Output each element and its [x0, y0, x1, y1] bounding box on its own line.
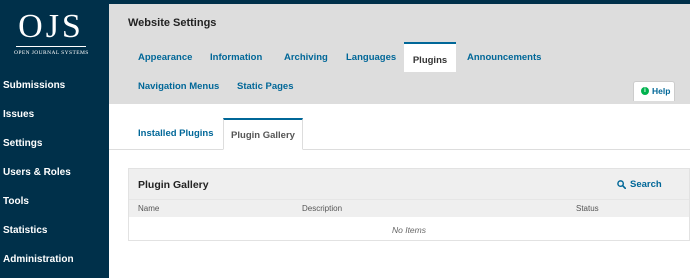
- table-header-row: Name Description Status: [129, 199, 689, 217]
- tab-navigation-menus[interactable]: Navigation Menus: [138, 81, 219, 92]
- logo-text: OJS: [18, 8, 84, 45]
- tab-appearance[interactable]: Appearance: [138, 52, 192, 63]
- tab-plugins[interactable]: Plugins: [404, 42, 456, 72]
- ojs-logo[interactable]: OJS OPEN JOURNAL SYSTEMS: [14, 10, 88, 66]
- logo-divider: [16, 46, 86, 47]
- subtab-installed-plugins[interactable]: Installed Plugins: [138, 128, 214, 139]
- subtabs-divider: [109, 149, 690, 150]
- tab-archiving[interactable]: Archiving: [284, 52, 328, 63]
- plugin-gallery-panel: Plugin Gallery Search Name Description S…: [128, 168, 690, 241]
- main-nav: Submissions Issues Settings Users & Role…: [0, 71, 109, 274]
- nav-item-submissions[interactable]: Submissions: [0, 71, 109, 100]
- help-label: Help: [652, 86, 671, 96]
- panel-title: Plugin Gallery: [138, 179, 209, 191]
- empty-message: No Items: [391, 225, 426, 235]
- nav-item-statistics[interactable]: Statistics: [0, 216, 109, 245]
- subtab-plugin-gallery-label: Plugin Gallery: [231, 130, 295, 141]
- page-title: Website Settings: [128, 17, 217, 29]
- nav-item-tools[interactable]: Tools: [0, 187, 109, 216]
- column-header-status: Status: [576, 204, 599, 213]
- column-header-description: Description: [302, 204, 343, 213]
- search-icon: [617, 180, 626, 189]
- logo-subtext: OPEN JOURNAL SYSTEMS: [14, 50, 89, 56]
- sidebar: OJS OPEN JOURNAL SYSTEMS Submissions Iss…: [0, 0, 109, 278]
- main-content: Installed Plugins Plugin Gallery Plugin …: [109, 104, 690, 278]
- help-button[interactable]: i Help: [633, 81, 675, 101]
- info-icon: i: [641, 87, 649, 95]
- tab-languages[interactable]: Languages: [346, 52, 396, 63]
- nav-item-users-roles[interactable]: Users & Roles: [0, 158, 109, 187]
- page-header: Website Settings Appearance Information …: [109, 4, 690, 104]
- column-header-name: Name: [138, 204, 160, 213]
- nav-item-issues[interactable]: Issues: [0, 100, 109, 129]
- search-label: Search: [630, 179, 662, 190]
- tab-static-pages[interactable]: Static Pages: [237, 81, 294, 92]
- tab-announcements[interactable]: Announcements: [467, 52, 541, 63]
- panel-header: Plugin Gallery Search: [129, 169, 689, 199]
- nav-item-settings[interactable]: Settings: [0, 129, 109, 158]
- nav-item-administration[interactable]: Administration: [0, 245, 109, 274]
- tab-plugins-label: Plugins: [412, 55, 448, 66]
- tab-information[interactable]: Information: [210, 52, 262, 63]
- subtab-plugin-gallery[interactable]: Plugin Gallery: [223, 118, 303, 150]
